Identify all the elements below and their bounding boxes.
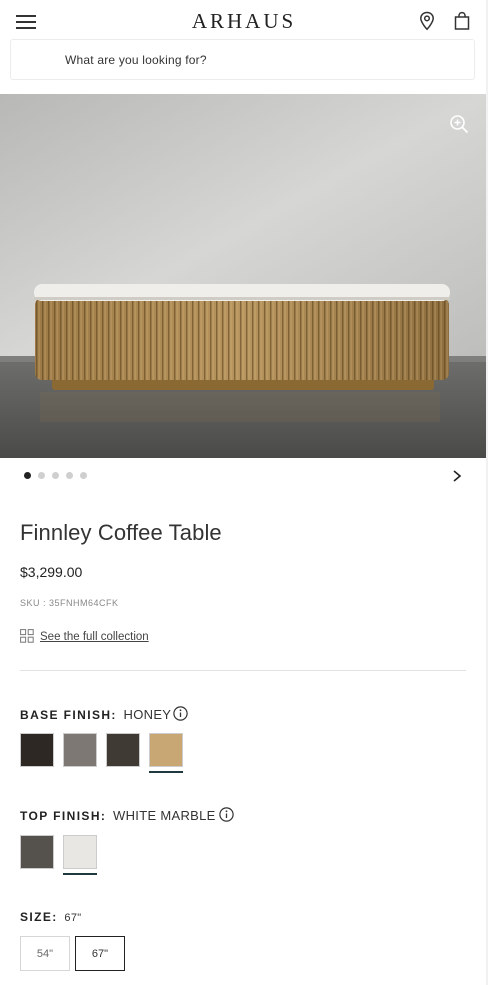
base-finish-value: HONEY — [123, 707, 172, 722]
carousel-dot[interactable] — [66, 472, 73, 479]
top-finish-label: TOP FINISH: WHITE MARBLE — [20, 808, 216, 823]
top-finish-value: WHITE MARBLE — [113, 808, 216, 823]
carousel-dot[interactable] — [52, 472, 59, 479]
zoom-in-icon[interactable] — [449, 114, 469, 134]
size-value: 67" — [64, 912, 82, 924]
grid-icon — [20, 629, 34, 643]
info-icon[interactable] — [173, 706, 188, 721]
size-option-54[interactable]: 54" — [20, 936, 70, 971]
product-title: Finnley Coffee Table — [20, 520, 222, 545]
base-finish-heading: BASE FINISH: — [20, 708, 117, 722]
map-pin-icon[interactable] — [418, 11, 436, 31]
swatch-smoked[interactable] — [106, 733, 140, 767]
product-sku: SKU : 35FNHM64CFK — [20, 598, 119, 608]
swatch-dark-brown[interactable] — [20, 733, 54, 767]
site-header: ARHAUS — [0, 0, 488, 40]
search-input[interactable] — [65, 50, 465, 70]
carousel-dot[interactable] — [38, 472, 45, 479]
selected-swatch-indicator — [149, 771, 183, 773]
top-finish-heading: TOP FINISH: — [20, 809, 107, 823]
info-icon[interactable] — [219, 807, 234, 822]
arhaus-logo[interactable]: ARHAUS — [0, 9, 488, 34]
search-bar — [10, 39, 475, 80]
size-option-67[interactable]: 67" — [75, 936, 125, 971]
size-label: SIZE: 67" — [20, 910, 81, 924]
base-finish-label: BASE FINISH: HONEY — [20, 707, 171, 722]
swatch-honey[interactable] — [149, 733, 183, 767]
swatch-dark-stone[interactable] — [20, 835, 54, 869]
shopping-bag-icon[interactable] — [453, 11, 471, 31]
swatch-white-marble[interactable] — [63, 835, 97, 869]
carousel-dot[interactable] — [80, 472, 87, 479]
swatch-gray-wash[interactable] — [63, 733, 97, 767]
divider — [20, 670, 466, 671]
carousel-dot[interactable] — [24, 472, 31, 479]
selected-swatch-indicator — [63, 873, 97, 875]
product-hero-image[interactable] — [0, 94, 486, 458]
chevron-right-icon[interactable] — [450, 468, 464, 484]
size-heading: SIZE: — [20, 910, 58, 924]
product-price: $3,299.00 — [20, 564, 83, 580]
full-collection-link[interactable]: See the full collection — [40, 631, 149, 643]
